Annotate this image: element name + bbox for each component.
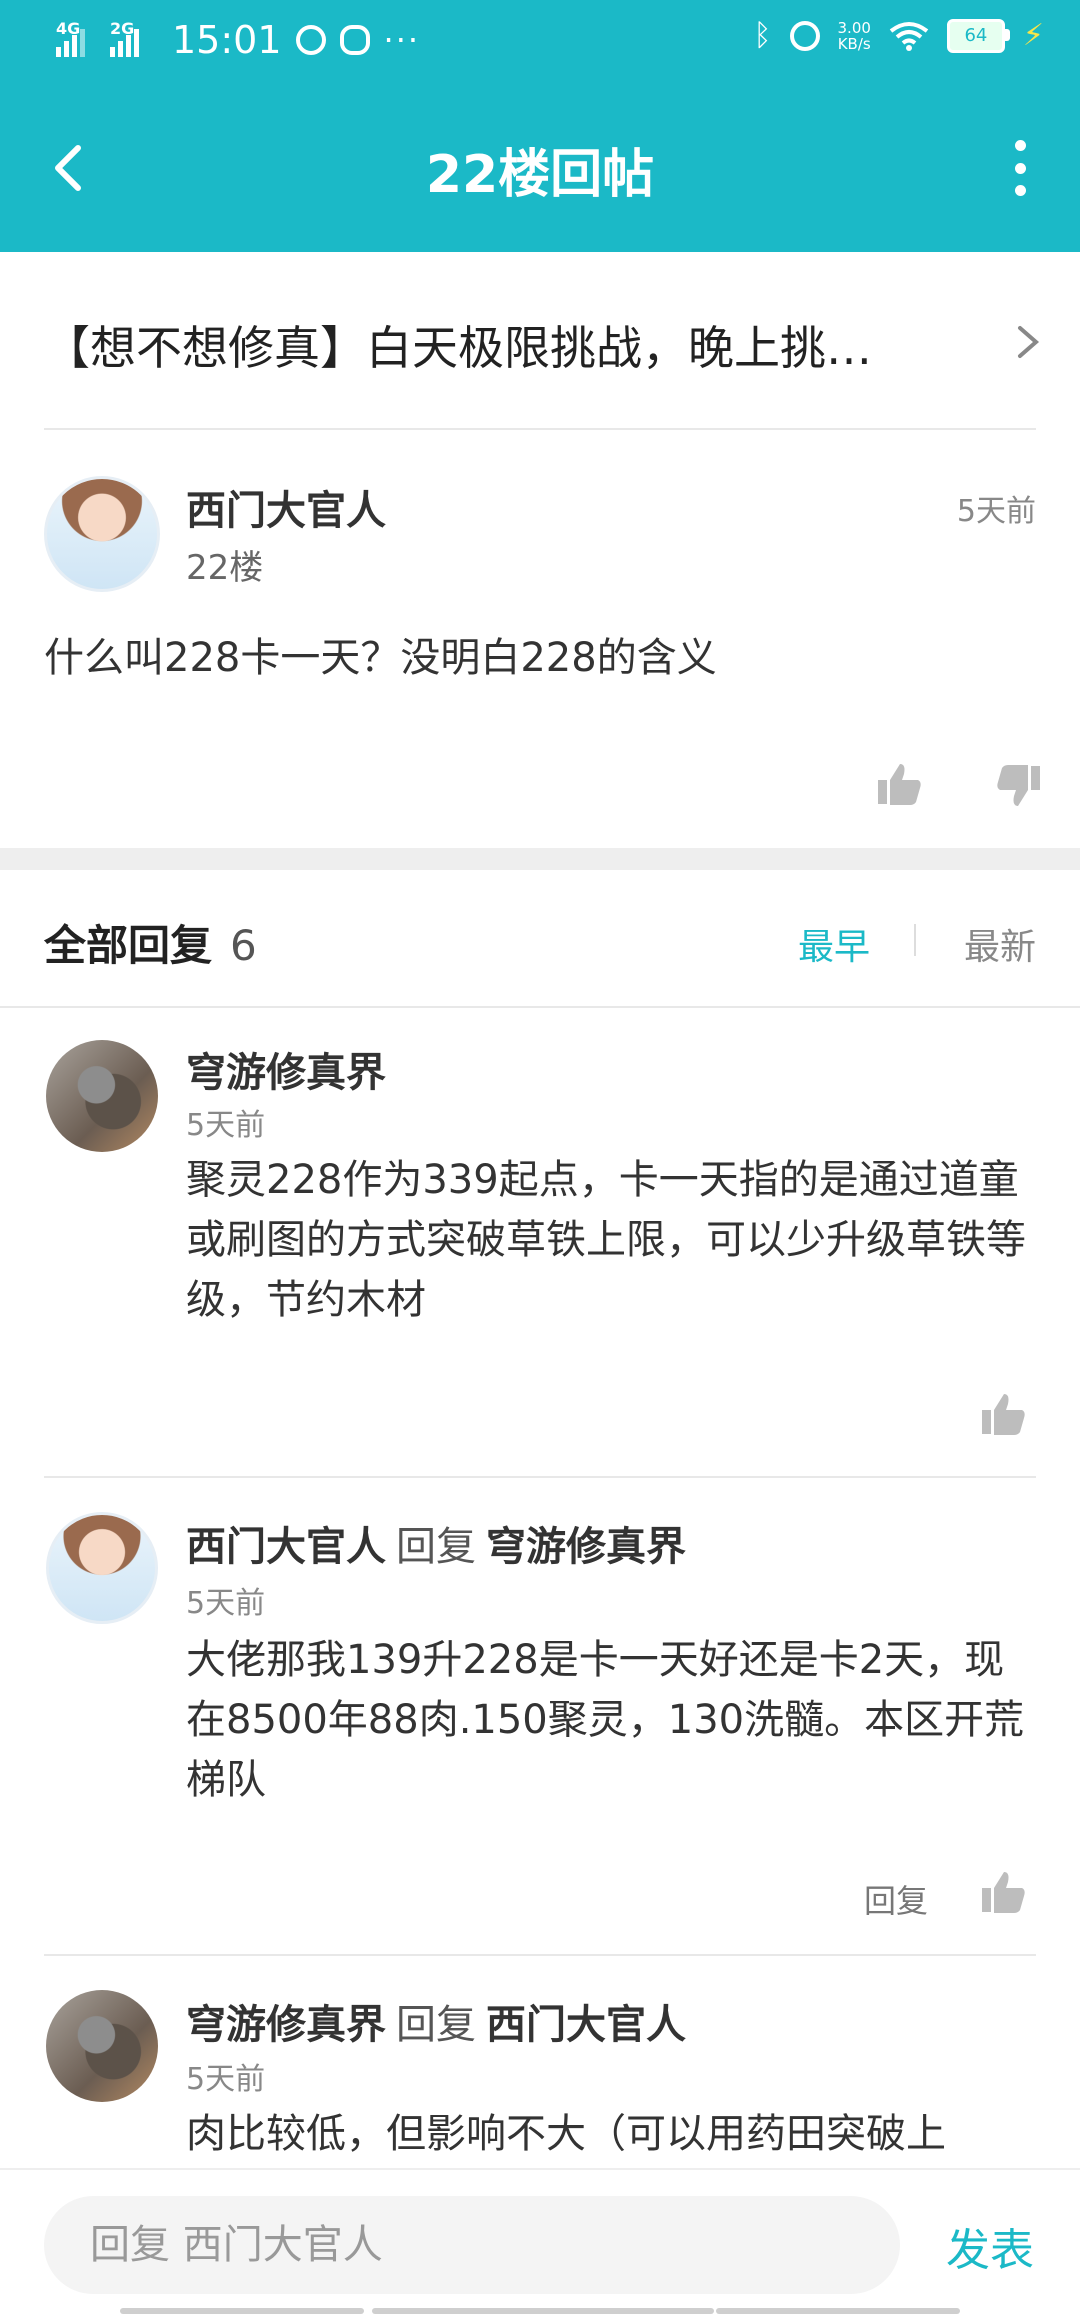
alarm-icon	[295, 25, 326, 55]
reply-time: 5天前	[186, 2062, 266, 2097]
reply-to-user[interactable]: 穹游修真界	[486, 1524, 686, 1570]
status-bar: 4G 2G 15:01 ··· ᛒ 3.00 KB/s 64 ⚡	[0, 0, 1080, 84]
reply-author[interactable]: 西门大官人	[186, 1524, 386, 1570]
divider	[44, 1954, 1036, 1956]
wifi-icon	[889, 21, 929, 51]
post-floor: 22楼	[186, 548, 264, 588]
reply-header: 穹游修真界 回复 西门大官人	[186, 1992, 686, 2050]
nav-gesture-bar	[372, 2308, 714, 2314]
avatar[interactable]	[46, 1512, 158, 1624]
charging-icon: ⚡	[1022, 18, 1044, 53]
network-speed: 3.00 KB/s	[838, 20, 871, 52]
section-separator	[0, 848, 1080, 870]
signal-4g-icon: 4G	[56, 19, 96, 57]
thumbs-up-icon[interactable]	[980, 1390, 1028, 1438]
reply-word: 回复	[396, 2002, 476, 2048]
divider	[44, 428, 1036, 430]
all-replies-label: 全部回复	[44, 921, 213, 970]
send-button[interactable]: 发表	[946, 2214, 1034, 2278]
divider	[0, 1006, 1080, 1008]
reply-composer: 回复 西门大官人 发表	[0, 2168, 1080, 2318]
speed-value: 3.00	[837, 18, 871, 37]
thumbs-down-icon[interactable]	[994, 762, 1042, 810]
bluetooth-icon: ᛒ	[753, 18, 772, 53]
reply-button[interactable]: 回复	[864, 1876, 928, 1922]
more-notifications-icon: ···	[383, 21, 421, 59]
network-type-label: 4G	[56, 19, 81, 38]
reply-content: 肉比较低，但影响不大（可以用药田突破上	[186, 2111, 946, 2157]
all-replies-header: 全部回复 6	[44, 912, 257, 973]
page-title: 22楼回帖	[425, 145, 655, 205]
sort-earliest-tab[interactable]: 最早	[798, 918, 870, 970]
thumbs-up-icon[interactable]	[980, 1868, 1028, 1916]
post-time: 5天前	[956, 494, 1036, 529]
reply-time: 5天前	[186, 1586, 266, 1621]
reply-header: 西门大官人 回复 穹游修真界	[186, 1514, 686, 1572]
reply-word: 回复	[396, 1524, 476, 1570]
sort-latest-tab[interactable]: 最新	[964, 918, 1036, 970]
reply-author[interactable]: 穹游修真界	[186, 1040, 386, 1098]
nav-gesture-bar	[716, 2308, 960, 2314]
alarm-icon-right	[789, 20, 820, 51]
post-author[interactable]: 西门大官人	[186, 478, 386, 536]
avatar[interactable]	[46, 1990, 158, 2102]
reply-input[interactable]: 回复 西门大官人	[44, 2196, 900, 2294]
reply-to-user[interactable]: 西门大官人	[486, 2002, 686, 2048]
thumbs-up-icon[interactable]	[876, 760, 924, 808]
reply-time: 5天前	[186, 1108, 266, 1143]
wechat-icon	[339, 25, 370, 55]
network-type-label-2: 2G	[110, 19, 135, 38]
header-bar: 22楼回帖	[0, 84, 1080, 252]
reply-content: 聚灵228作为339起点，卡一天指的是通过道童或刷图的方式突破草铁上限，可以少升…	[186, 1157, 1026, 1323]
divider	[44, 1476, 1036, 1478]
avatar[interactable]	[44, 476, 160, 592]
thread-title-link[interactable]: 【想不想修真】白天极限挑战，晚上挑…	[44, 252, 1044, 428]
avatar[interactable]	[46, 1040, 158, 1152]
reply-count: 6	[230, 921, 257, 970]
battery-level: 64	[964, 25, 988, 46]
signal-2g-icon: 2G	[110, 19, 150, 57]
reply-author[interactable]: 穹游修真界	[186, 2002, 386, 2048]
thread-title: 【想不想修真】白天极限挑战，晚上挑…	[44, 321, 872, 375]
more-menu-icon[interactable]	[1000, 140, 1040, 196]
battery-icon: 64	[946, 18, 1010, 53]
sort-separator	[914, 924, 916, 956]
status-time: 15:01	[172, 18, 282, 62]
speed-unit: KB/s	[837, 34, 871, 53]
post-content: 什么叫228卡一天？没明白228的含义	[44, 635, 717, 681]
chevron-right-icon	[1018, 326, 1040, 358]
nav-gesture-bar	[120, 2308, 364, 2314]
reply-content: 大佬那我139升228是卡一天好还是卡2天，现在8500年88肉.150聚灵，1…	[186, 1637, 1025, 1803]
